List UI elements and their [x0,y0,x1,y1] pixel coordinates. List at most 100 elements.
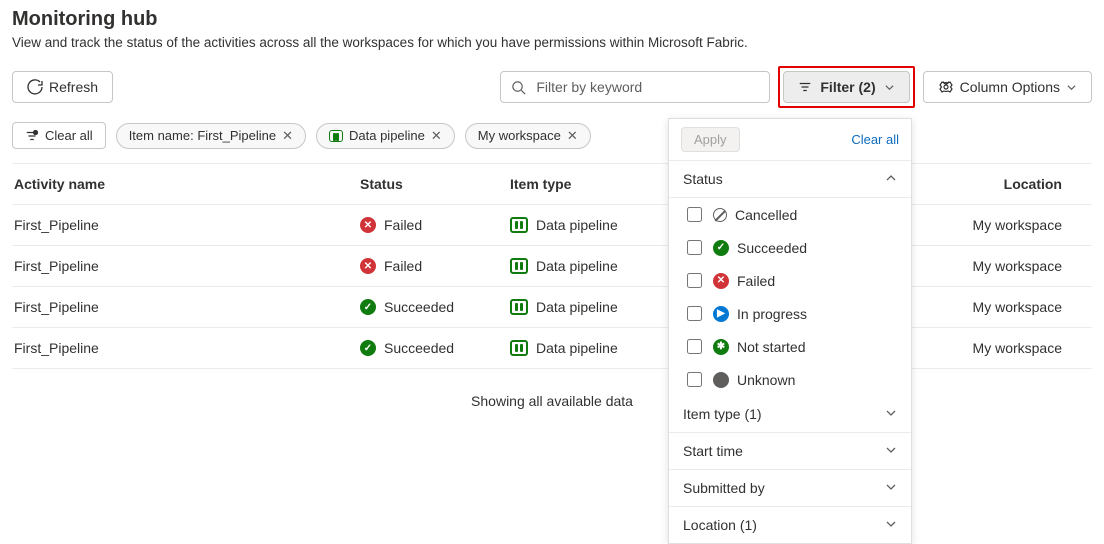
chevron-down-icon [885,517,897,533]
filter-button[interactable]: Filter (2) [783,71,909,103]
filter-section-label: Item type (1) [683,406,762,422]
clear-all-chip[interactable]: Clear all [12,122,106,149]
status-nots-icon: ✱ [713,339,729,355]
item-type-label: Data pipeline [536,217,618,233]
filter-option-row[interactable]: ✱ Not started [669,330,911,363]
cell-status: ✕ Failed [352,246,502,287]
status-label: Failed [384,217,422,233]
filter-option-row[interactable]: ✕ Failed [669,264,911,297]
filter-section-item-type[interactable]: Item type (1) [669,396,911,433]
table-row[interactable]: First_Pipeline ✕ Failed Data pipeline 3:… [12,205,1092,246]
status-label: Succeeded [384,299,454,315]
status-label: Failed [384,258,422,274]
filter-checkbox[interactable] [687,339,702,354]
filter-chip[interactable]: Data pipeline ✕ [316,123,455,149]
search-input[interactable] [534,78,759,96]
cell-location: My workspace [942,246,1092,287]
filter-checkbox[interactable] [687,273,702,288]
close-icon[interactable]: ✕ [431,128,442,144]
filter-chip[interactable]: My workspace ✕ [465,123,591,149]
cell-item-type: Data pipeline [502,287,682,328]
filter-section-label: Status [683,171,723,187]
col-item-type[interactable]: Item type [502,164,682,205]
chevron-down-icon [884,82,895,93]
refresh-icon [27,79,43,95]
toolbar: Refresh Filter (2) Column Options [12,66,1092,108]
status-cancelled-icon [713,208,727,222]
chevron-down-icon [885,443,897,459]
table-header-row: Activity name Status Item type Start Loc… [12,164,1092,205]
filter-section-label: Start time [683,443,743,459]
filter-chip[interactable]: Item name: First_Pipeline ✕ [116,123,306,149]
table-row[interactable]: First_Pipeline ✓ Succeeded Data pipeline… [12,328,1092,369]
close-icon[interactable]: ✕ [567,128,578,144]
cell-item-type: Data pipeline [502,205,682,246]
filter-option-label: Unknown [737,372,795,388]
table-row[interactable]: First_Pipeline ✕ Failed Data pipeline 4:… [12,246,1092,287]
filter-section-label: Location (1) [683,517,757,533]
filter-checkbox[interactable] [687,240,702,255]
status-succ-icon: ✓ [360,340,376,356]
filter-checkbox[interactable] [687,372,702,387]
col-location[interactable]: Location [942,164,1092,205]
cell-status: ✕ Failed [352,205,502,246]
refresh-button[interactable]: Refresh [12,71,113,103]
item-type-label: Data pipeline [536,258,618,274]
filter-option-row[interactable]: Unknown [669,363,911,396]
data-pipeline-icon [510,258,528,274]
filter-label: Filter (2) [820,79,875,95]
filter-icon [798,80,812,94]
column-options-button[interactable]: Column Options [923,71,1092,103]
col-status[interactable]: Status [352,164,502,205]
filter-option-label: In progress [737,306,807,322]
search-input-wrap[interactable] [500,71,770,103]
filter-checkbox[interactable] [687,207,702,222]
cell-location: My workspace [942,287,1092,328]
status-succ-icon: ✓ [360,299,376,315]
chip-label: Item name: First_Pipeline [129,128,276,143]
col-activity-name[interactable]: Activity name [12,164,352,205]
activities-table: Activity name Status Item type Start Loc… [12,163,1092,369]
cell-activity: First_Pipeline [12,287,352,328]
chevron-down-icon [1066,82,1077,93]
filter-panel-header: Apply Clear all [669,119,911,161]
filter-section-location[interactable]: Location (1) [669,507,911,543]
table-row[interactable]: First_Pipeline ✓ Succeeded Data pipeline… [12,287,1092,328]
cell-status: ✓ Succeeded [352,287,502,328]
filter-panel: Apply Clear all Status Cancelled ✓ Succe… [668,118,912,544]
filter-clear-all-link[interactable]: Clear all [851,132,899,147]
chevron-down-icon [885,406,897,422]
status-prog-icon: ▶ [713,306,729,322]
status-fail-icon: ✕ [360,258,376,274]
status-unk-icon [713,372,729,388]
cell-status: ✓ Succeeded [352,328,502,369]
settings-icon [938,79,954,95]
cell-location: My workspace [942,205,1092,246]
chip-label: My workspace [478,128,561,143]
page-subtitle: View and track the status of the activit… [12,35,1092,50]
refresh-label: Refresh [49,79,98,95]
filter-option-label: Not started [737,339,805,355]
cell-item-type: Data pipeline [502,328,682,369]
cell-activity: First_Pipeline [12,246,352,287]
status-fail-icon: ✕ [713,273,729,289]
filter-checkbox[interactable] [687,306,702,321]
clear-filter-icon [25,129,39,143]
chip-label: Data pipeline [349,128,425,143]
filter-option-row[interactable]: ▶ In progress [669,297,911,330]
filter-option-label: Failed [737,273,775,289]
close-icon[interactable]: ✕ [282,128,293,144]
data-pipeline-icon [510,340,528,356]
filter-apply-button[interactable]: Apply [681,127,740,152]
filter-option-row[interactable]: Cancelled [669,198,911,231]
filter-section-status[interactable]: Status [669,161,911,198]
status-fail-icon: ✕ [360,217,376,233]
filter-chips-row: Clear all Item name: First_Pipeline ✕ Da… [12,122,1092,149]
filter-option-row[interactable]: ✓ Succeeded [669,231,911,264]
cell-activity: First_Pipeline [12,328,352,369]
filter-section-submitted-by[interactable]: Submitted by [669,470,911,507]
filter-section-start-time[interactable]: Start time [669,433,911,470]
filter-option-label: Cancelled [735,207,797,223]
cell-item-type: Data pipeline [502,246,682,287]
filter-button-highlight: Filter (2) [778,66,914,108]
